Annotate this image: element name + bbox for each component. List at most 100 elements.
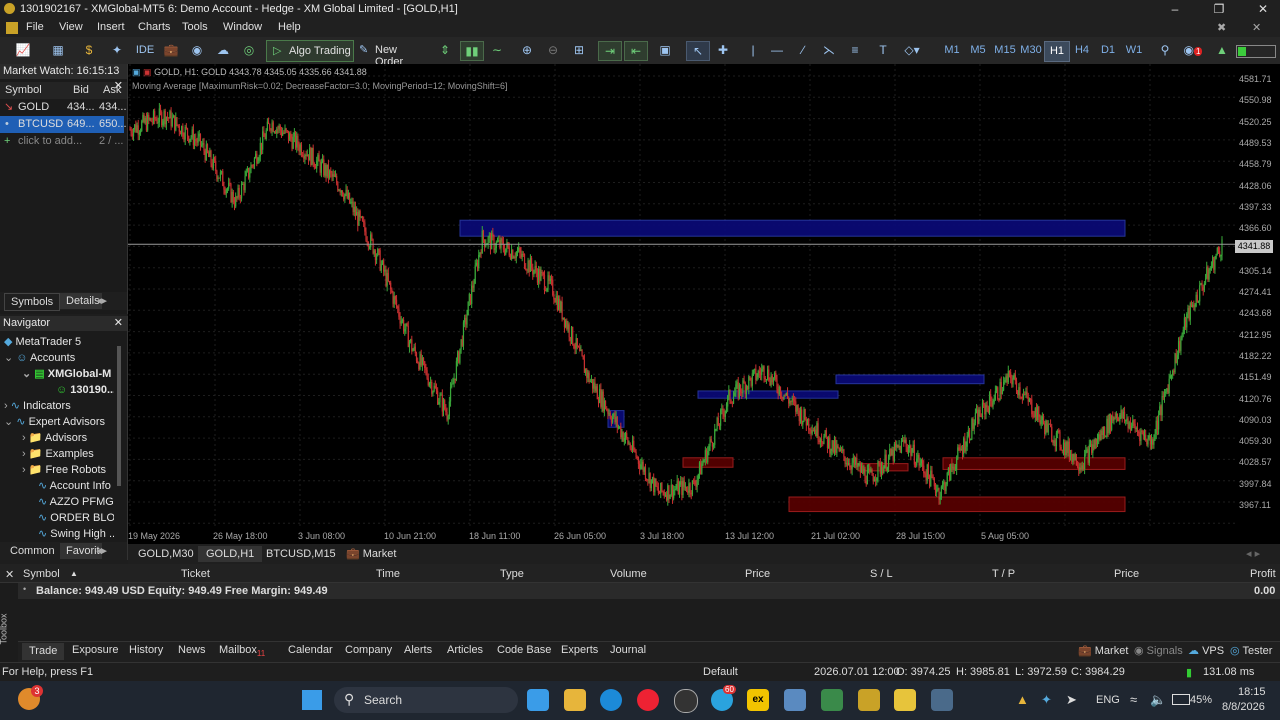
screenshot-icon[interactable]: ▣ bbox=[656, 41, 674, 59]
col-type[interactable]: Type bbox=[500, 568, 524, 580]
edge-icon[interactable] bbox=[600, 689, 622, 711]
notepad-icon[interactable] bbox=[527, 689, 549, 711]
menu-view[interactable]: View bbox=[59, 21, 83, 33]
collapse-icon[interactable]: ✖ bbox=[1217, 21, 1226, 34]
tab-journal[interactable]: Journal bbox=[610, 644, 646, 656]
nav-item[interactable]: ∿ AZZO PFMG bbox=[38, 494, 114, 510]
tf-m5[interactable]: M5 bbox=[966, 41, 990, 60]
language-indicator[interactable]: ENG bbox=[1096, 694, 1120, 706]
nav-item[interactable]: ∿ Swing High ... bbox=[38, 526, 114, 542]
exness-icon[interactable]: ex bbox=[747, 689, 769, 711]
col-time[interactable]: Time bbox=[376, 568, 400, 580]
market-link[interactable]: 💼 Market bbox=[1078, 644, 1128, 657]
tab-alerts[interactable]: Alerts bbox=[404, 644, 432, 656]
col-symbol[interactable]: Symbol bbox=[23, 568, 60, 580]
tab-articles[interactable]: Articles bbox=[447, 644, 483, 656]
chart-area[interactable]: ▣ ▣ GOLD, H1: GOLD 4343.78 4345.05 4335.… bbox=[128, 64, 1235, 529]
tab-symbols[interactable]: Symbols bbox=[4, 293, 61, 311]
tab-scroll-icon[interactable]: ◂▸ bbox=[96, 544, 107, 557]
shapes-icon[interactable]: ◇▾ bbox=[898, 41, 926, 59]
tab-common[interactable]: Common bbox=[4, 543, 61, 559]
nav-item[interactable]: ⌄ ∿ Expert Advisors bbox=[4, 414, 105, 430]
mt5-icon[interactable] bbox=[784, 689, 806, 711]
nav-item[interactable]: ⌄ ☺ Accounts bbox=[4, 350, 75, 366]
tf-m1[interactable]: M1 bbox=[940, 41, 964, 60]
close-icon[interactable]: ✕ bbox=[114, 316, 123, 331]
mt5-icon[interactable] bbox=[858, 689, 880, 711]
notification-icon[interactable]: ◉ 1 bbox=[1182, 41, 1204, 59]
col-sl[interactable]: S / L bbox=[870, 568, 893, 580]
tab-scroll-icon[interactable]: ◂▸ bbox=[96, 294, 107, 307]
tab-exposure[interactable]: Exposure bbox=[72, 644, 118, 656]
search-icon[interactable]: ⚲ bbox=[1156, 41, 1174, 59]
tab-company[interactable]: Company bbox=[345, 644, 392, 656]
scrollbar[interactable] bbox=[117, 346, 121, 486]
nav-item[interactable]: ∿ Account Info bbox=[38, 478, 114, 494]
chrome-icon[interactable] bbox=[637, 689, 659, 711]
minimize-icon[interactable]: – bbox=[1160, 2, 1190, 16]
vertical-line-icon[interactable]: | bbox=[746, 41, 760, 59]
tester-link[interactable]: ◎ Tester bbox=[1230, 644, 1272, 657]
strategy-icon[interactable]: ✦ bbox=[108, 41, 126, 59]
tray-icon[interactable]: ✦ bbox=[1041, 692, 1052, 708]
col-ticket[interactable]: Ticket bbox=[181, 568, 210, 580]
tf-w1[interactable]: W1 bbox=[1122, 41, 1146, 60]
start-icon[interactable] bbox=[302, 690, 322, 710]
tab-history[interactable]: History bbox=[129, 644, 163, 656]
crosshair-icon[interactable]: ✚ bbox=[714, 41, 732, 59]
text-icon[interactable]: T bbox=[874, 41, 892, 59]
zoom-out-icon[interactable]: ⊖ bbox=[544, 41, 562, 59]
horizontal-line-icon[interactable]: — bbox=[768, 41, 786, 59]
tab-gold-m30[interactable]: GOLD,M30 bbox=[130, 546, 202, 562]
col-ask[interactable]: Ask bbox=[103, 82, 121, 99]
col-price[interactable]: Price bbox=[745, 568, 770, 580]
tile-windows-icon[interactable]: ⊞ bbox=[570, 41, 588, 59]
nav-item[interactable]: › 📁 Free Robots bbox=[22, 462, 114, 478]
app-icon[interactable] bbox=[894, 689, 916, 711]
line-chart-icon[interactable]: ∼ bbox=[488, 41, 506, 59]
vps-icon[interactable]: ☁ bbox=[214, 41, 232, 59]
list-item[interactable]: ↘ GOLD 434... 434... bbox=[0, 99, 127, 116]
tab-btcusd-m15[interactable]: BTCUSD,M15 bbox=[258, 546, 344, 562]
col-price-current[interactable]: Price bbox=[1114, 568, 1139, 580]
close-icon[interactable]: ✕ bbox=[5, 568, 14, 581]
restore-icon[interactable]: ❐ bbox=[1204, 2, 1234, 16]
signals-link[interactable]: ◉ Signals bbox=[1134, 644, 1183, 657]
price-chart[interactable] bbox=[128, 64, 1235, 529]
toolbox-side[interactable]: Toolbox bbox=[0, 600, 17, 662]
tray-icon[interactable]: ▲ bbox=[1016, 692, 1029, 707]
clock-date[interactable]: 8/8/2026 bbox=[1222, 701, 1265, 713]
col-symbol[interactable]: Symbol bbox=[5, 82, 42, 99]
menu-tools[interactable]: Tools bbox=[182, 21, 208, 33]
tab-gold-h1[interactable]: GOLD,H1 bbox=[198, 546, 263, 562]
nav-item[interactable]: › 📁 Advisors bbox=[22, 430, 87, 446]
community-icon[interactable]: ◎ bbox=[240, 41, 258, 59]
bar-chart-icon[interactable]: ⇕ bbox=[436, 41, 454, 59]
mt5-active-icon[interactable] bbox=[931, 689, 953, 711]
tab-scroll-icon[interactable]: ◂ ▸ bbox=[1246, 547, 1260, 560]
candlestick-icon[interactable]: ▮▮ bbox=[460, 41, 484, 61]
vps-link[interactable]: ☁ VPS bbox=[1188, 644, 1224, 657]
col-tp[interactable]: T / P bbox=[992, 568, 1015, 580]
tab-calendar[interactable]: Calendar bbox=[288, 644, 333, 656]
ide-button[interactable]: IDE bbox=[134, 41, 156, 59]
trendline-icon[interactable]: ∕ bbox=[794, 41, 812, 59]
tab-market[interactable]: 💼 Market bbox=[338, 546, 404, 562]
menu-file[interactable]: File bbox=[26, 21, 44, 33]
clock-time[interactable]: 18:15 bbox=[1238, 686, 1266, 698]
autoscroll-icon[interactable]: ⇥ bbox=[598, 41, 622, 61]
cursor-icon[interactable]: ↖ bbox=[686, 41, 710, 61]
col-profit[interactable]: Profit bbox=[1250, 568, 1276, 580]
mt5-icon[interactable] bbox=[821, 689, 843, 711]
col-volume[interactable]: Volume bbox=[610, 568, 647, 580]
search-input[interactable]: ⚲ Search bbox=[334, 687, 518, 713]
nav-item[interactable]: › 📁 Examples bbox=[22, 446, 94, 462]
tab-news[interactable]: News bbox=[178, 644, 206, 656]
list-item[interactable]: • BTCUSD 649... 650... bbox=[0, 116, 127, 133]
close-chart-icon[interactable]: ✕ bbox=[1252, 21, 1261, 34]
volume-icon[interactable]: 🔈 bbox=[1150, 692, 1166, 708]
menu-insert[interactable]: Insert bbox=[97, 21, 125, 33]
tf-d1[interactable]: D1 bbox=[1096, 41, 1120, 60]
nav-item[interactable]: ⌄ ▤ XMGlobal-M bbox=[22, 366, 114, 382]
battery-icon[interactable] bbox=[1172, 694, 1190, 705]
